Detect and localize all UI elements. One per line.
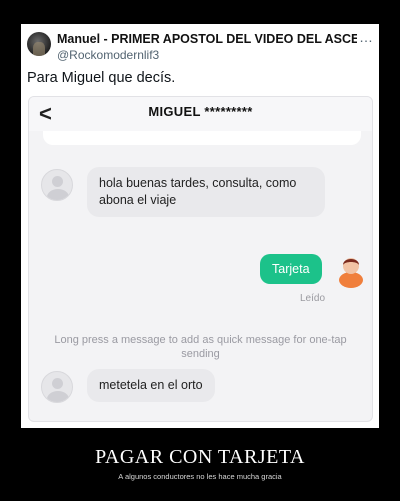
message-bubble-driver[interactable]: hola buenas tardes, consulta, como abona…: [87, 167, 325, 217]
message-text: Tarjeta: [272, 262, 310, 276]
message-bubble-user[interactable]: Tarjeta: [260, 254, 322, 284]
hint-line: sending: [181, 348, 220, 360]
chat-header: < MIGUEL *********: [29, 97, 372, 131]
previous-message-card: [43, 131, 361, 145]
user-name[interactable]: Manuel - PRIMER APOSTOL DEL VIDEO DEL AS…: [57, 32, 357, 46]
more-icon[interactable]: …: [359, 29, 374, 45]
tweet-card: Manuel - PRIMER APOSTOL DEL VIDEO DEL AS…: [21, 24, 379, 428]
caption-subtitle: A algunos conductores no les hace mucha …: [118, 472, 282, 481]
tweet-text: Para Miguel que decís.: [27, 70, 176, 86]
chat-screenshot: < MIGUEL ********* hola buenas tardes, c…: [28, 96, 373, 422]
user-avatar: [339, 258, 363, 288]
user-handle[interactable]: @Rockomodernlif3: [57, 48, 159, 62]
tweet-header: Manuel - PRIMER APOSTOL DEL VIDEO DEL AS…: [27, 29, 374, 62]
chat-title: MIGUEL *********: [148, 104, 253, 119]
driver-avatar: [41, 169, 73, 201]
message-bubble-driver[interactable]: metetela en el orto: [87, 369, 215, 402]
driver-avatar: [41, 371, 73, 403]
caption-title: PAGAR CON TARJETA: [95, 446, 305, 468]
message-text-line: abona el viaje: [99, 193, 177, 207]
message-text-line: hola buenas tardes, consulta, como: [99, 176, 297, 190]
message-text: metetela en el orto: [99, 378, 203, 392]
read-status: Leído: [300, 293, 326, 304]
avatar[interactable]: [27, 32, 51, 56]
hint-line: Long press a message to add as quick mes…: [54, 334, 347, 346]
quick-message-hint: Long press a message to add as quick mes…: [45, 333, 356, 361]
